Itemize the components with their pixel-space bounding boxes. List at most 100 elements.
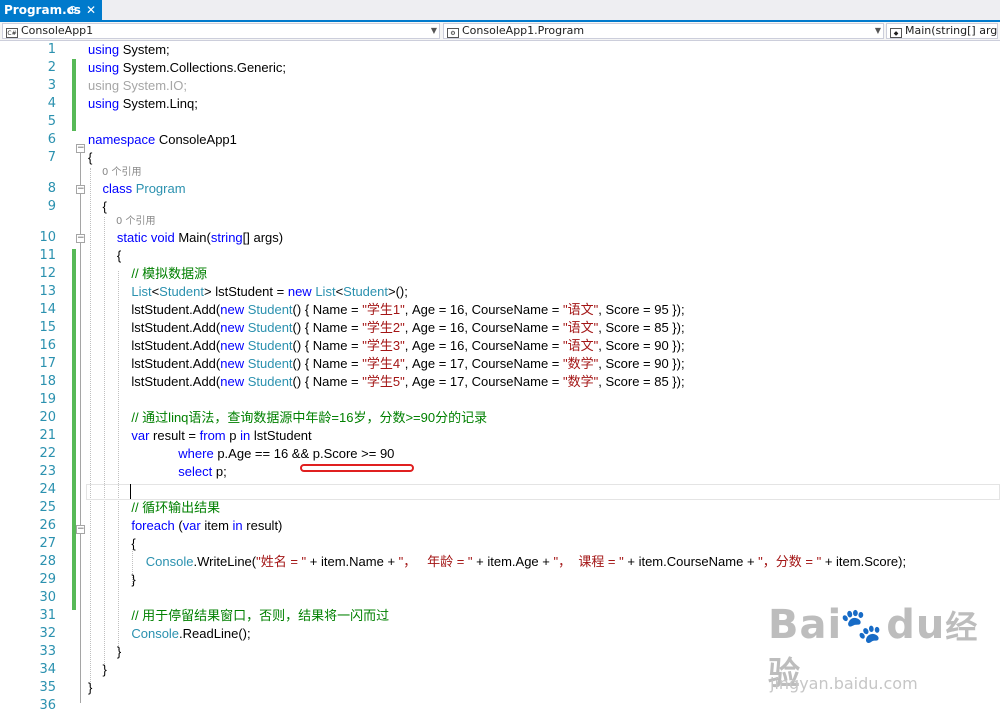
member-dropdown-value: Main(string[] args) [905,24,998,37]
code-line[interactable]: 13 List<Student> lstStudent = new List<S… [0,283,1000,301]
code-line[interactable]: 22 where p.Age == 16 && p.Score >= 90 [0,445,1000,463]
code-line[interactable]: 4 using System.Linq; [0,95,1000,113]
code-token: System; [119,42,170,57]
type-dropdown[interactable]: ⚙ ConsoleApp1.Program ▼ [443,23,884,39]
code-token: + item.Age + [472,554,554,569]
line-number: 18 [39,374,56,389]
codelens-references[interactable]: 0 个引用 [116,215,156,228]
code-line[interactable]: 3 using System.IO; [0,77,1000,95]
member-dropdown[interactable]: ◆ Main(string[] args) [886,23,998,39]
code-line[interactable]: 7{ [0,149,1000,167]
code-line[interactable]: 25 // 循环输出结果 [0,499,1000,517]
line-number: 27 [39,536,56,551]
code-token: new [220,338,245,353]
code-line[interactable]: 6 namespace ConsoleApp1 [0,131,1000,149]
code-token: System.Linq; [119,96,198,111]
code-token: () { Name = [292,374,363,389]
line-number: 3 [47,78,56,93]
chevron-down-icon: ▼ [430,26,437,35]
project-dropdown[interactable]: C# ConsoleApp1 ▼ [2,23,440,39]
code-text: } [88,661,106,679]
code-line[interactable]: 19 [0,391,1000,409]
line-number: 12 [39,266,56,281]
baidu-watermark: Bai 🐾 du经验 jingyan.baidu.com [750,602,990,712]
code-token: Student [247,320,293,335]
code-text: // 模拟数据源 [88,265,207,283]
line-number: 17 [39,356,56,371]
code-line[interactable]: 20 // 通过linq语法，查询数据源中年龄=16岁，分数>=90分的记录 [0,409,1000,427]
code-token: , Score = 95 }); [598,302,685,317]
line-number: 35 [39,680,56,695]
code-text: { [88,535,136,553]
code-line[interactable]: 5 [0,113,1000,131]
code-line[interactable]: 2 using System.Collections.Generic; [0,59,1000,77]
code-line[interactable]: 27 { [0,535,1000,553]
code-text: { [88,198,107,216]
line-number: 8 [47,181,56,196]
line-number: 25 [39,500,56,515]
pin-icon[interactable]: ⊕ [68,0,77,20]
code-token: .WriteLine( [193,554,257,569]
code-line[interactable]: 17 lstStudent.Add(new Student() { Name =… [0,355,1000,373]
close-icon[interactable]: ✕ [86,0,96,20]
codelens-references[interactable]: 0 个引用 [102,166,142,179]
code-line[interactable]: 12 // 模拟数据源 [0,265,1000,283]
line-number: 28 [39,554,56,569]
code-token: "学生3" [362,338,405,353]
code-text: lstStudent.Add(new Student() { Name = "学… [88,373,684,391]
tab-program-cs[interactable]: Program.cs ⊕ ✕ [0,0,102,20]
code-token: Console [131,626,180,641]
code-line[interactable]: 26 foreach (var item in result) [0,517,1000,535]
code-line[interactable]: 21 var result = from p in lstStudent [0,427,1000,445]
code-line[interactable]: 24 [0,481,1000,499]
code-line[interactable]: 11 { [0,247,1000,265]
code-token: // 模拟数据源 [131,266,208,281]
code-token: { [88,536,136,551]
code-line[interactable]: 14 lstStudent.Add(new Student() { Name =… [0,301,1000,319]
line-number: 32 [39,626,56,641]
code-token: new [220,320,245,335]
line-number: 14 [39,302,56,317]
code-token: result = [149,428,200,443]
code-token: in [232,518,243,533]
code-text: // 用于停留结果窗口，否则，结果将一闪而过 [88,607,389,625]
code-token: var [182,518,201,533]
code-token: () { Name = [292,320,363,335]
code-line[interactable]: 16 lstStudent.Add(new Student() { Name =… [0,337,1000,355]
code-text: where p.Age == 16 && p.Score >= 90 [88,445,394,463]
code-token: lstStudent.Add( [88,302,221,317]
code-line[interactable]: 18 lstStudent.Add(new Student() { Name =… [0,373,1000,391]
code-line[interactable]: 10 static void Main(string[] args) [0,229,1000,247]
code-token: static [116,230,148,245]
code-token: { [88,199,107,214]
code-token: "学生1" [362,302,405,317]
chevron-down-icon: ▼ [874,26,881,35]
code-text: lstStudent.Add(new Student() { Name = "学… [88,301,685,319]
code-line[interactable]: 29 } [0,571,1000,589]
code-line[interactable]: 28 Console.WriteLine("姓名 = " + item.Name… [0,553,1000,571]
line-number: 33 [39,644,56,659]
code-line[interactable]: 8 class Program [0,180,1000,198]
code-line[interactable]: 9 { [0,198,1000,216]
code-token: void [150,230,175,245]
code-token: string [210,230,243,245]
code-token: new [220,302,245,317]
line-number: 15 [39,320,56,335]
code-line[interactable]: 1 using System; [0,41,1000,59]
code-token: , Score = 90 }); [598,338,685,353]
code-token: lstStudent.Add( [88,338,221,353]
code-token: , Age = 16, CourseName = [404,338,563,353]
code-token: "数学" [563,374,599,389]
code-token: new [287,284,312,299]
code-line[interactable]: 15 lstStudent.Add(new Student() { Name =… [0,319,1000,337]
code-line[interactable]: 23 select p; [0,463,1000,481]
code-token: } [88,572,136,587]
code-text: lstStudent.Add(new Student() { Name = "学… [88,355,684,373]
line-number: 9 [47,199,56,214]
project-dropdown-value: ConsoleApp1 [21,24,94,37]
code-token: "学生2" [362,320,405,335]
